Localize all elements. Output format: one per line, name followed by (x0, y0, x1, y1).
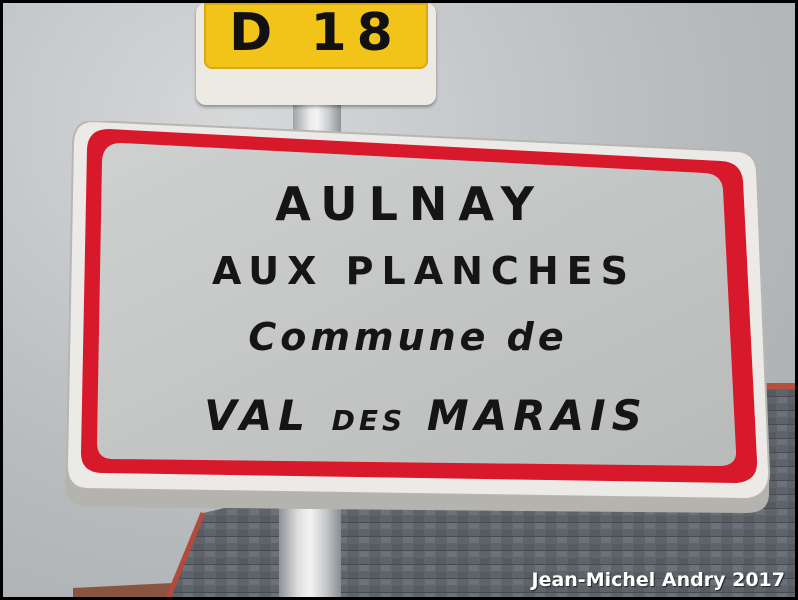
route-number: D 18 (229, 3, 403, 63)
sign-town-name-continued: AUX PLANCHES (212, 249, 636, 293)
sign-commune-label: Commune de (248, 315, 568, 359)
route-number-plate: D 18 (196, 3, 436, 105)
sign-town-name: AULNAY (275, 177, 545, 231)
sign-commune-word-1: VAL (204, 391, 312, 440)
photographer-watermark: Jean-Michel Andry 2017 (531, 569, 786, 591)
town-entrance-sign: AULNAY AUX PLANCHES Commune de VAL DES M… (65, 121, 771, 513)
sign-commune-word-3: MARAIS (426, 391, 648, 440)
photo: D 18 AULNAY AUX PLANCHES Commune de VAL … (3, 3, 795, 597)
route-plate-yellow-panel: D 18 (204, 3, 428, 69)
sign-commune-word-2: DES (331, 404, 407, 437)
sign-commune-name: VAL DES MARAIS (73, 391, 779, 440)
